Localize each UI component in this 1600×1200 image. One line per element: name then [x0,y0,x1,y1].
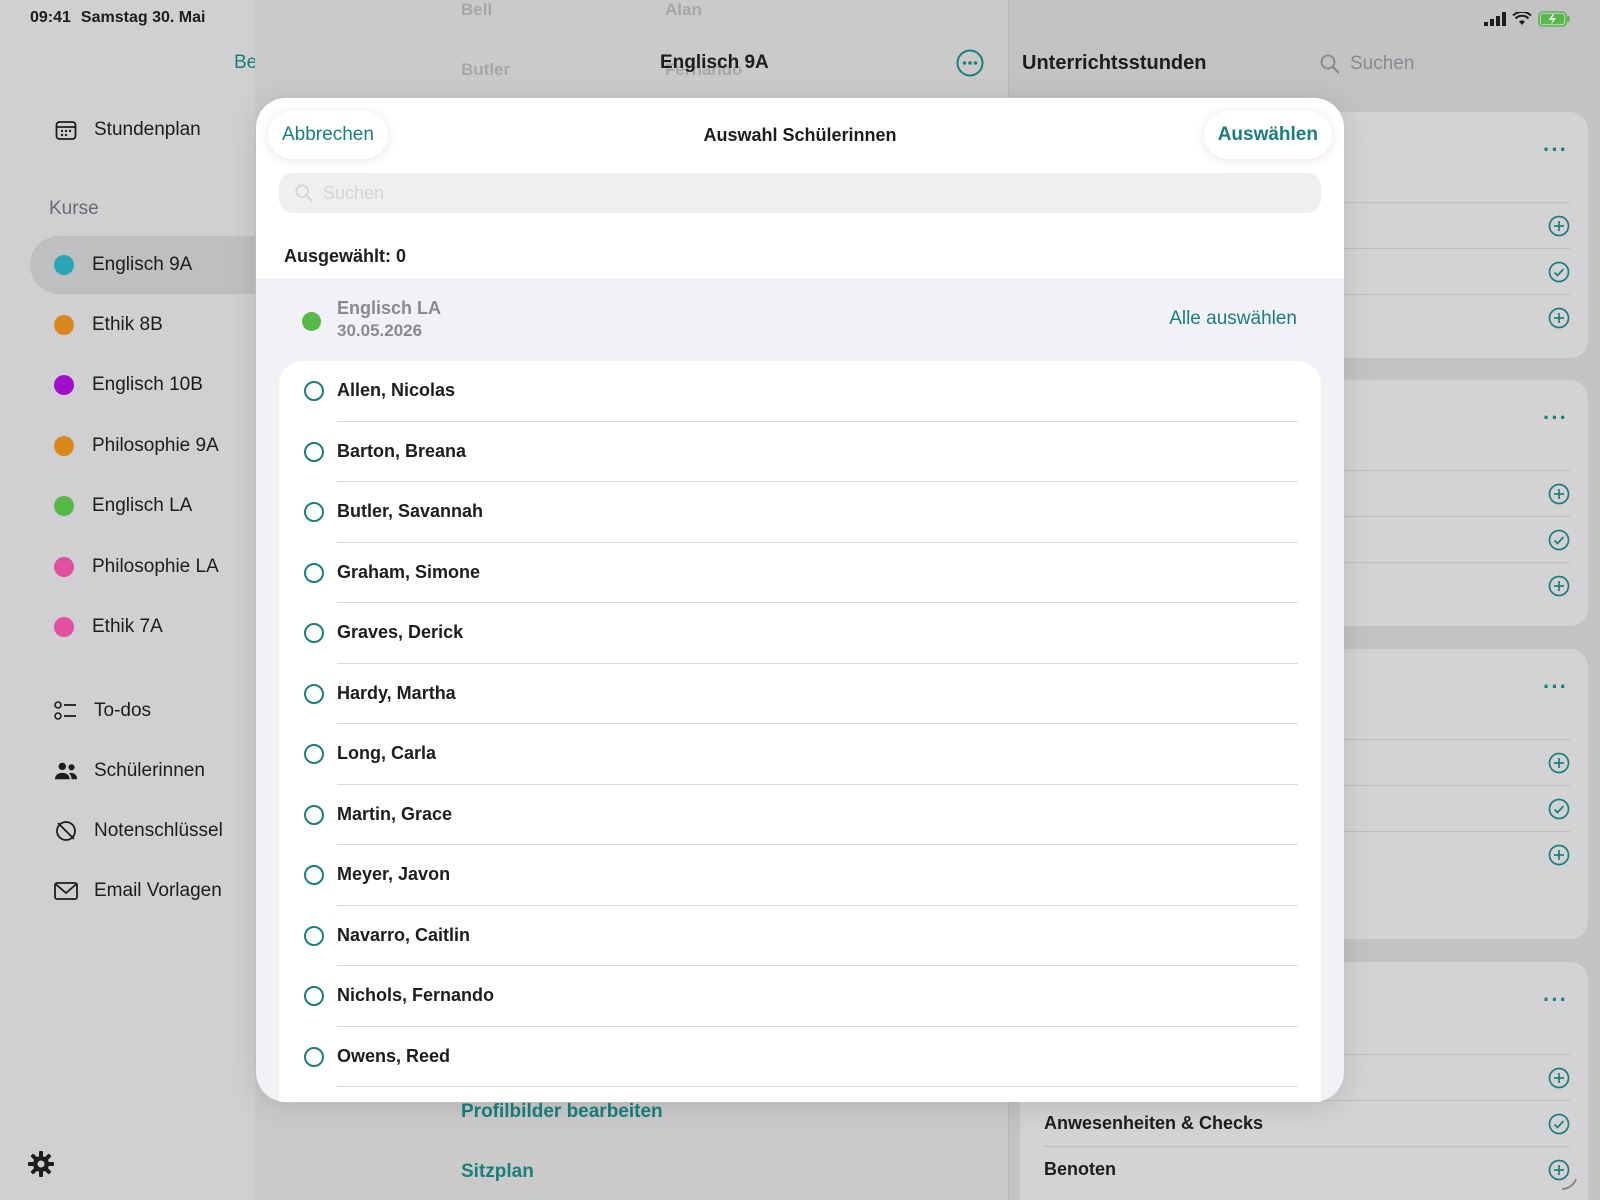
course-color-dot [302,312,321,331]
list-item[interactable]: Nichols, Fernando [279,966,1321,1027]
radio-circle-icon[interactable] [304,1046,324,1067]
radio-circle-icon[interactable] [304,381,324,401]
radio-circle-icon[interactable] [304,502,324,522]
student-name: Nichols, Fernando [337,985,495,1005]
student-name: Hardy, Martha [337,682,456,703]
radio-circle-icon[interactable] [304,441,324,462]
list-item[interactable]: Long, Carla [279,724,1321,785]
student-name: Long, Carla [337,743,437,763]
sheet-search-placeholder: Suchen [323,182,385,203]
radio-circle-icon[interactable] [304,865,324,885]
select-confirm-button[interactable]: Auswählen [1203,111,1332,159]
student-name: Barton, Breana [337,440,467,461]
list-item[interactable]: Martin, Grace [279,785,1321,845]
radio-circle-icon[interactable] [304,623,324,643]
student-name: Martin, Grace [337,803,453,824]
student-name: Graham, Simone [337,561,481,582]
student-name: Graves, Derick [337,622,464,642]
selected-count-label: Ausgewählt: 0 [284,246,407,266]
student-name: Meyer, Javon [337,864,451,884]
list-item[interactable]: Barton, Breana [279,422,1321,482]
list-item[interactable]: Meyer, Javon [279,845,1321,906]
search-icon [295,184,313,202]
list-item[interactable]: Graham, Simone [279,543,1321,603]
student-name: Navarro, Caitlin [337,924,471,945]
sheet-title: Auswahl Schülerinnen [703,125,897,145]
course-group-header: Englisch LA 30.05.2026 Alle auswählen [279,286,1321,356]
list-item[interactable]: Hardy, Martha [279,664,1321,724]
select-all-button[interactable]: Alle auswählen [1169,308,1297,330]
list-item[interactable]: Graves, Derick [279,603,1321,664]
student-name: Owens, Reed [337,1045,451,1066]
student-list: Allen, Nicolas Barton, Breana Butler, Sa… [279,361,1321,1102]
list-item[interactable]: Allen, Nicolas [279,361,1321,422]
radio-circle-icon[interactable] [304,744,324,764]
course-group-name: Englisch LA [337,298,442,318]
list-item[interactable]: Butler, Savannah [279,482,1321,543]
list-item[interactable]: Navarro, Caitlin [279,906,1321,966]
radio-circle-icon[interactable] [304,986,324,1006]
radio-circle-icon[interactable] [304,804,324,825]
course-group-date: 30.05.2026 [337,321,423,340]
student-name: Allen, Nicolas [337,380,456,400]
row-separator [337,1086,1298,1087]
radio-circle-icon[interactable] [304,925,324,946]
list-item[interactable]: Owens, Reed [279,1027,1321,1087]
radio-circle-icon[interactable] [304,683,324,704]
radio-circle-icon[interactable] [304,562,324,583]
sheet-search-field[interactable]: Suchen [279,173,1321,213]
student-name: Butler, Savannah [337,501,484,521]
student-selection-sheet: Abbrechen Auswahl Schülerinnen Auswählen… [256,98,1344,1102]
sheet-header: Abbrechen Auswahl Schülerinnen Auswählen… [256,98,1344,278]
